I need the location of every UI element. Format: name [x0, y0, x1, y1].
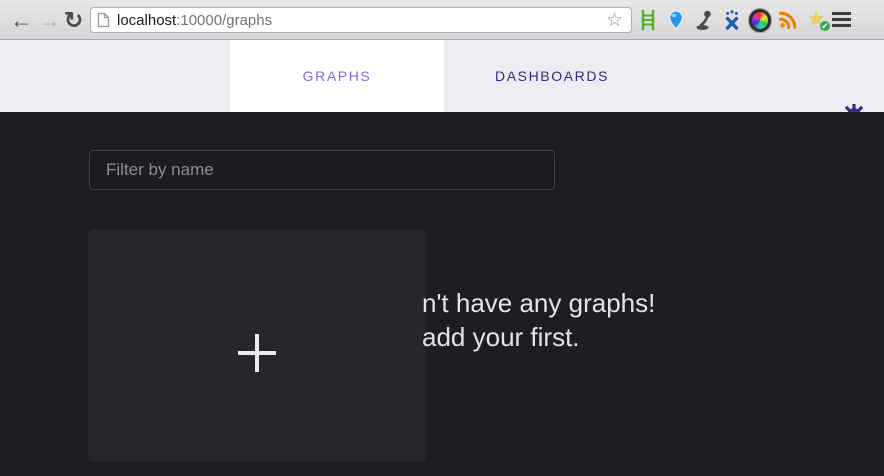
browser-window: ← → ↻ localhost:10000/graphs ☆ ★ ✔ GRAPH… — [0, 0, 884, 476]
url-text: localhost:10000/graphs — [117, 11, 273, 29]
page-icon — [97, 12, 110, 28]
ladder-extension-icon[interactable] — [637, 8, 659, 32]
lamp-extension-icon[interactable] — [693, 8, 715, 32]
aperture-extension-icon[interactable] — [749, 8, 771, 32]
empty-state-line-2: add your first. — [422, 322, 580, 352]
graphs-page: n't have any graphs! add your first. — [0, 112, 884, 476]
refresh-button[interactable]: ↻ — [64, 3, 83, 37]
tab-graphs[interactable]: GRAPHS — [230, 40, 444, 112]
app-header: GRAPHS DASHBOARDS — [0, 40, 884, 127]
empty-state-text: n't have any graphs! add your first. — [422, 286, 655, 354]
extension-icons: ★ ✔ — [637, 8, 830, 32]
back-button[interactable]: ← — [10, 3, 33, 37]
check-icon: ✔ — [820, 21, 830, 31]
balloon-extension-icon[interactable] — [665, 8, 687, 32]
empty-state-line-1: n't have any graphs! — [422, 288, 656, 318]
add-graph-card[interactable] — [88, 229, 426, 462]
tab-dashboards-label: DASHBOARDS — [494, 68, 610, 84]
people-x-extension-icon[interactable] — [721, 8, 743, 32]
forward-button[interactable]: → — [38, 3, 61, 37]
tab-graphs-label: GRAPHS — [302, 68, 372, 84]
bookmark-star-icon[interactable]: ☆ — [606, 11, 623, 30]
tab-dashboards[interactable]: DASHBOARDS — [444, 40, 660, 112]
star-check-extension-icon[interactable]: ★ ✔ — [805, 8, 830, 32]
filter-input[interactable] — [89, 150, 555, 190]
browser-toolbar: ← → ↻ localhost:10000/graphs ☆ ★ ✔ — [0, 0, 884, 40]
rss-extension-icon[interactable] — [777, 8, 799, 32]
menu-icon[interactable] — [832, 12, 851, 30]
address-bar[interactable]: localhost:10000/graphs ☆ — [90, 7, 632, 33]
